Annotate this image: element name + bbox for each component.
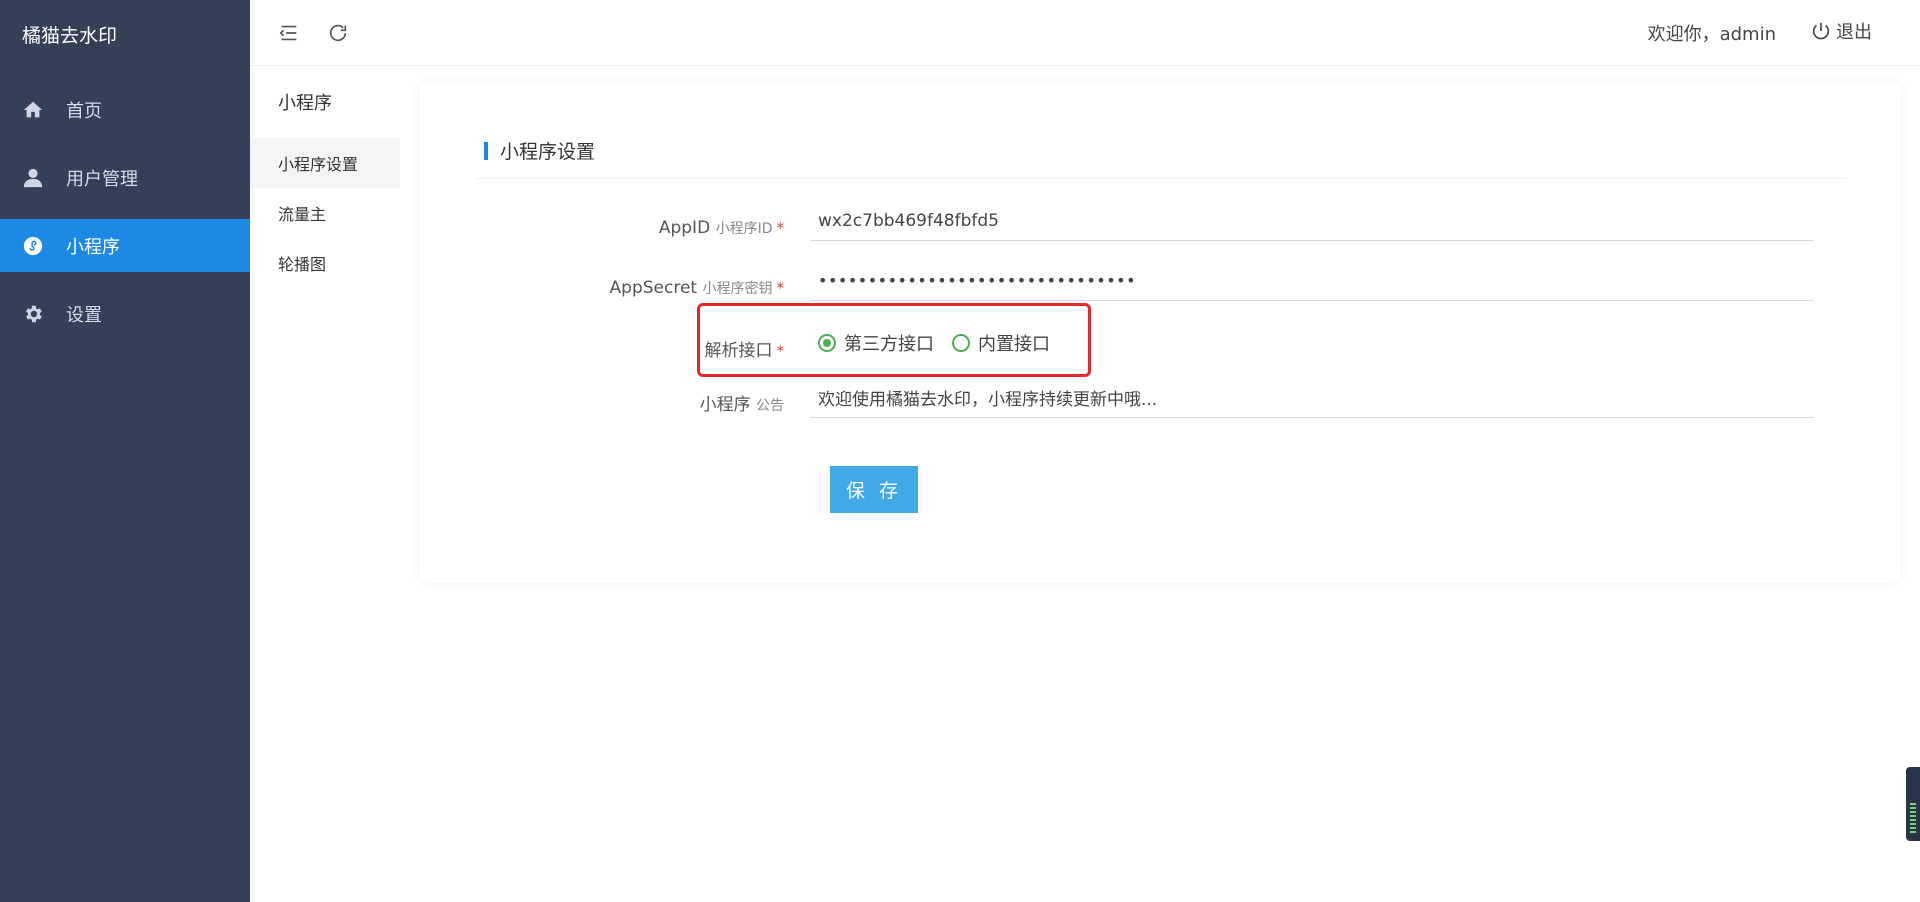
notice-label-main: 小程序 <box>699 395 751 415</box>
submenu-item-traffic-owner[interactable]: 流量主 <box>250 188 400 238</box>
appid-label-main: AppID <box>658 218 711 238</box>
form-row-notice: 小程序 公告 欢迎使用橘猫去水印，小程序持续更新中哦... <box>476 378 1846 418</box>
user-icon <box>22 167 44 189</box>
highlight-annotation <box>697 303 1091 377</box>
form-row-appsecret: AppSecret 小程序密钥 * •••••••••••••••••••••••… <box>476 261 1846 301</box>
sidebar: 橘猫去水印 首页 用户管理 小程序 设置 <box>0 0 250 902</box>
notice-label-sub: 公告 <box>756 398 784 414</box>
form-row-parse-api: 解析接口 * 第三方接口 内置接口 <box>476 323 1846 363</box>
required-mark: * <box>776 219 785 237</box>
refresh-icon[interactable] <box>326 21 350 45</box>
submenu-item-carousel[interactable]: 轮播图 <box>250 238 400 288</box>
save-button[interactable]: 保 存 <box>830 466 918 513</box>
appsecret-label-main: AppSecret <box>609 278 698 298</box>
logout-button[interactable]: 退出 <box>1810 18 1872 44</box>
sidebar-item-label: 首页 <box>66 100 102 122</box>
signal-bars-icon <box>1910 803 1916 833</box>
submenu: 小程序 小程序设置 流量主 轮播图 <box>250 66 400 902</box>
power-icon <box>1812 22 1830 40</box>
required-mark: * <box>776 279 785 297</box>
notice-label: 小程序 公告 <box>476 393 810 418</box>
top-header: 欢迎你，admin 退出 <box>250 0 1920 66</box>
submenu-item-miniapp-settings[interactable]: 小程序设置 <box>250 138 400 188</box>
sidebar-item-label: 设置 <box>66 304 102 326</box>
brand-logo-text: 橘猫去水印 <box>22 24 118 47</box>
sidebar-item-home[interactable]: 首页 <box>0 83 250 136</box>
floating-widget[interactable] <box>1906 767 1920 841</box>
sidebar-item-label: 小程序 <box>66 236 120 258</box>
card-title: 小程序设置 <box>500 141 596 163</box>
form-row-appid: AppID 小程序ID * wx2c7bb469f48fbfd5 <box>476 201 1846 241</box>
card-header: 小程序设置 <box>476 123 1846 179</box>
appsecret-input[interactable]: •••••••••••••••••••••••••••••••• <box>810 261 1814 301</box>
home-icon <box>22 99 44 121</box>
gear-icon <box>22 303 44 325</box>
appid-input[interactable]: wx2c7bb469f48fbfd5 <box>810 201 1814 241</box>
collapse-menu-icon[interactable] <box>277 21 301 45</box>
appsecret-label: AppSecret 小程序密钥 * <box>476 276 810 301</box>
miniapp-icon <box>22 235 44 257</box>
settings-card: 小程序设置 AppID 小程序ID * wx2c7bb469f48fbfd5 Ap… <box>420 83 1900 583</box>
appsecret-label-sub: 小程序密钥 <box>702 281 773 297</box>
sidebar-item-settings[interactable]: 设置 <box>0 287 250 340</box>
submenu-title: 小程序 <box>278 93 332 114</box>
appid-label: AppID 小程序ID * <box>476 216 810 241</box>
notice-input[interactable]: 欢迎使用橘猫去水印，小程序持续更新中哦... <box>810 378 1814 418</box>
sidebar-item-label: 用户管理 <box>66 168 138 190</box>
sidebar-item-miniapp[interactable]: 小程序 <box>0 219 250 272</box>
appid-label-sub: 小程序ID <box>715 221 773 237</box>
title-accent-bar <box>484 141 488 160</box>
sidebar-item-users[interactable]: 用户管理 <box>0 151 250 204</box>
logout-label: 退出 <box>1836 22 1872 43</box>
welcome-text: 欢迎你，admin <box>1647 24 1776 45</box>
